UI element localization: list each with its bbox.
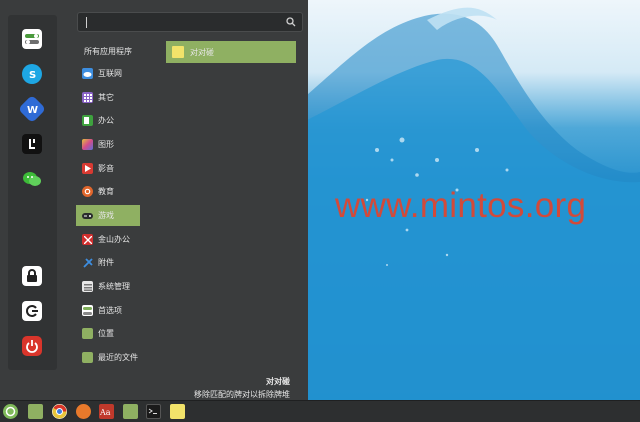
settings-toggle-icon[interactable] xyxy=(22,29,42,49)
category-label: 系统管理 xyxy=(98,282,130,291)
search-icon[interactable] xyxy=(286,17,296,27)
category-label: 金山办公 xyxy=(98,235,130,244)
category-education[interactable]: 教育 xyxy=(76,181,140,202)
lark-icon[interactable] xyxy=(22,134,42,154)
category-recent-files[interactable]: 最近的文件 xyxy=(76,347,140,368)
taskbar: Aa xyxy=(0,400,640,422)
category-all-applications[interactable]: 所有应用程序 xyxy=(76,41,140,62)
media-icon xyxy=(82,163,93,174)
cloud-icon xyxy=(82,68,93,79)
category-media[interactable]: 影音 xyxy=(76,158,140,179)
svg-text:S: S xyxy=(29,70,36,80)
category-label: 位置 xyxy=(98,329,114,338)
category-places[interactable]: 位置 xyxy=(76,323,140,344)
files-icon[interactable] xyxy=(123,404,138,419)
category-internet[interactable]: 互联网 xyxy=(76,63,140,84)
category-label: 图形 xyxy=(98,140,114,149)
recent-folder-icon xyxy=(82,352,93,363)
favorites-sidebar: S W xyxy=(8,15,57,370)
category-label: 办公 xyxy=(98,116,114,125)
category-games[interactable]: 游戏 xyxy=(76,205,140,226)
wechat-icon[interactable] xyxy=(22,169,42,189)
preferences-icon xyxy=(82,305,93,316)
logout-icon[interactable] xyxy=(22,301,42,321)
dictionary-icon[interactable]: Aa xyxy=(99,404,114,419)
app-item-mahjongg[interactable]: 对对碰 xyxy=(166,41,296,63)
description-text: 移除匹配的牌对以拆除牌堆 xyxy=(194,390,290,399)
category-system[interactable]: 系统管理 xyxy=(76,276,140,297)
game-app-icon[interactable] xyxy=(170,404,185,419)
category-label: 游戏 xyxy=(98,211,114,220)
category-graphics[interactable]: 图形 xyxy=(76,134,140,155)
category-label: 附件 xyxy=(98,258,114,267)
category-preferences[interactable]: 首选项 xyxy=(76,300,140,321)
folder-icon xyxy=(82,328,93,339)
watermark-text: www.mintos.org xyxy=(335,186,587,225)
category-label: 最近的文件 xyxy=(98,353,138,362)
category-office[interactable]: 办公 xyxy=(76,110,140,131)
power-icon[interactable] xyxy=(22,336,42,356)
svg-text:Aa: Aa xyxy=(99,408,111,417)
desktop-wallpaper: www.mintos.org xyxy=(307,0,640,400)
category-wps-office[interactable]: 金山办公 xyxy=(76,229,140,250)
office-icon xyxy=(82,115,93,126)
wps-icon[interactable]: W xyxy=(17,94,47,124)
firefox-icon[interactable] xyxy=(76,404,91,419)
system-icon xyxy=(82,281,93,292)
graphics-icon xyxy=(82,139,93,150)
category-label: 其它 xyxy=(98,93,114,102)
chrome-icon[interactable] xyxy=(52,404,67,419)
category-label: 教育 xyxy=(98,187,114,196)
wps-office-icon xyxy=(82,234,93,245)
text-caret xyxy=(86,17,87,28)
accessories-icon xyxy=(82,257,93,268)
mint-menu-icon[interactable] xyxy=(3,404,18,419)
category-label: 互联网 xyxy=(98,69,122,78)
skype-icon[interactable]: S xyxy=(22,64,42,84)
education-icon xyxy=(82,186,93,197)
gamepad-icon xyxy=(82,210,93,221)
category-other[interactable]: 其它 xyxy=(76,87,140,108)
grid-icon xyxy=(82,92,93,103)
category-label: 影音 xyxy=(98,164,114,173)
game-app-icon xyxy=(172,46,184,58)
category-label: 所有应用程序 xyxy=(84,47,132,56)
application-menu: S W 所有应用程序 互联网 其它 办公 图形 影音 教育 游戏 金山办公 附件… xyxy=(0,0,308,400)
svg-text:W: W xyxy=(27,105,38,115)
terminal-icon[interactable] xyxy=(146,404,161,419)
app-label: 对对碰 xyxy=(190,47,214,57)
category-accessories[interactable]: 附件 xyxy=(76,252,140,273)
lock-icon[interactable] xyxy=(22,266,42,286)
show-desktop-icon[interactable] xyxy=(28,404,43,419)
category-label: 首选项 xyxy=(98,306,122,315)
description-title: 对对碰 xyxy=(266,377,290,386)
search-input[interactable] xyxy=(77,12,303,32)
